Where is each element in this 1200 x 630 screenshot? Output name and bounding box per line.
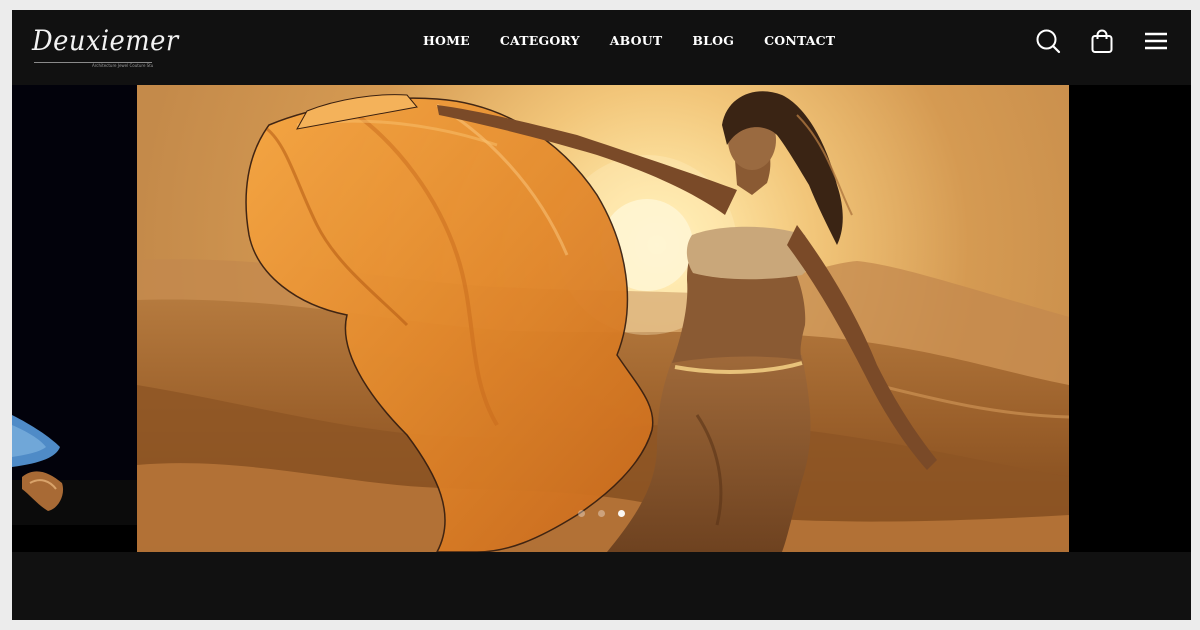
hero-image-desert-dancer [137,85,1069,552]
hamburger-menu-icon[interactable] [1143,28,1169,54]
logo-text: Deuxiemer [32,24,179,57]
main-nav: HOME CATEGORY ABOUT BLOG CONTACT [408,10,850,70]
page-frame: Deuxiemer Architecture Jewel Couture Stu… [12,10,1191,620]
site-header: Deuxiemer Architecture Jewel Couture Stu… [12,10,1191,85]
slider-dot-1[interactable] [578,510,585,517]
nav-home[interactable]: HOME [408,33,485,48]
previous-slide-peek[interactable] [12,85,137,552]
hero-slider[interactable] [12,85,1191,552]
slider-pagination [578,510,625,517]
search-icon[interactable] [1035,28,1061,54]
nav-category[interactable]: CATEGORY [485,33,595,48]
slider-dot-3-active[interactable] [618,510,625,517]
nav-contact[interactable]: CONTACT [749,33,850,48]
slider-dot-2[interactable] [598,510,605,517]
previous-slide-image [12,85,137,552]
content-area-below-hero [12,552,1191,620]
active-slide[interactable] [137,85,1069,552]
next-slide-peek[interactable] [1069,85,1191,552]
shopping-bag-icon[interactable] [1089,28,1115,54]
logo-tagline: Architecture Jewel Couture Stu [92,63,154,68]
nav-blog[interactable]: BLOG [677,33,749,48]
site-logo[interactable]: Deuxiemer Architecture Jewel Couture Stu [32,20,178,70]
nav-about[interactable]: ABOUT [595,33,678,48]
header-actions [1035,28,1169,54]
